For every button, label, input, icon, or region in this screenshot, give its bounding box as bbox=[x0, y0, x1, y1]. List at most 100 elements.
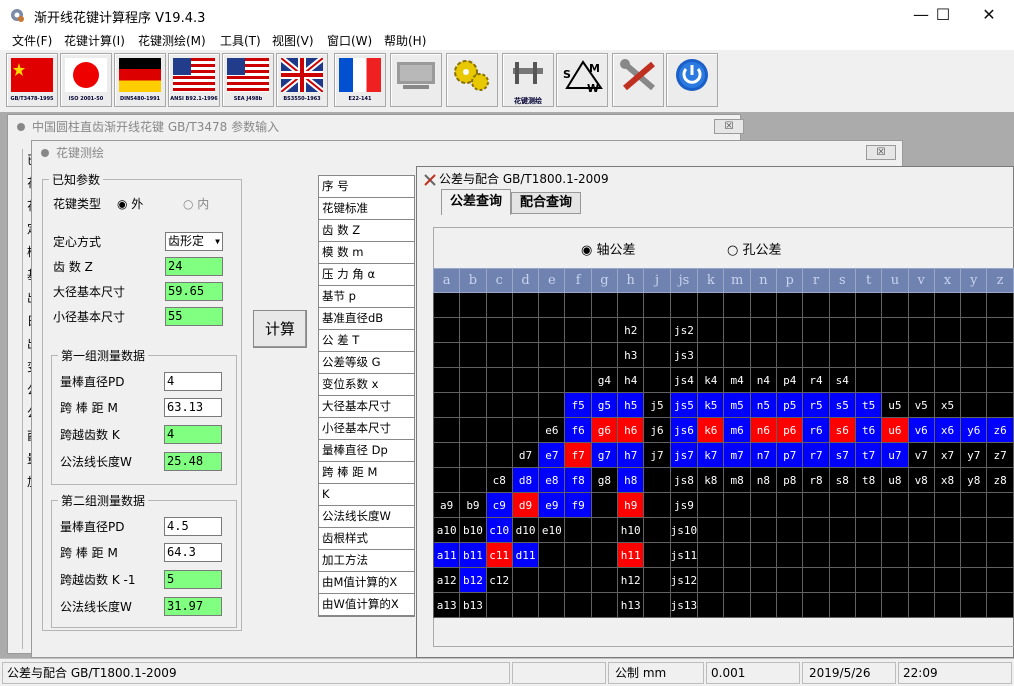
bs-standard-button[interactable]: BS3550-1963 bbox=[276, 53, 328, 107]
grid-cell[interactable]: f7 bbox=[564, 442, 592, 468]
grid-cell[interactable]: u7 bbox=[881, 442, 909, 468]
grid-cell[interactable]: s8 bbox=[828, 467, 856, 493]
radio-shaft-tolerance[interactable]: ◉ 轴公差 bbox=[581, 239, 636, 258]
sae-standard-button[interactable]: SEA J498b bbox=[222, 53, 274, 107]
grid-cell[interactable]: n5 bbox=[749, 392, 778, 418]
nf-standard-button[interactable]: E22-141 bbox=[334, 53, 386, 107]
grid-cell[interactable]: k5 bbox=[697, 392, 725, 418]
grid-cell[interactable]: d8 bbox=[511, 467, 540, 493]
teeth-field[interactable]: 24 bbox=[165, 257, 223, 276]
grid-cell[interactable]: v6 bbox=[907, 417, 935, 443]
grid-cell[interactable]: a11 bbox=[432, 542, 461, 568]
grid-cell[interactable]: js8 bbox=[669, 467, 699, 493]
gears-button[interactable] bbox=[446, 53, 498, 107]
grid-cell[interactable]: h7 bbox=[617, 442, 645, 468]
menu-window[interactable]: 窗口(W) bbox=[327, 32, 372, 49]
grid-cell[interactable]: a12 bbox=[432, 567, 461, 593]
grid-cell[interactable]: b13 bbox=[459, 592, 487, 618]
maximize-button[interactable]: ☐ bbox=[920, 0, 966, 30]
grid-cell[interactable]: j6 bbox=[643, 417, 671, 443]
grid-cell[interactable]: b9 bbox=[459, 492, 487, 518]
grid-cell[interactable]: h13 bbox=[617, 592, 645, 618]
grid-cell[interactable]: x5 bbox=[933, 392, 962, 418]
grid-cell[interactable]: js3 bbox=[669, 342, 699, 368]
grid-cell[interactable]: js13 bbox=[669, 592, 699, 618]
grid-cell[interactable]: f5 bbox=[564, 392, 592, 418]
grid-cell[interactable]: js6 bbox=[669, 417, 699, 443]
grid-cell[interactable]: k7 bbox=[697, 442, 725, 468]
g1-k-field[interactable]: 4 bbox=[164, 425, 222, 444]
menu-help[interactable]: 帮助(H) bbox=[384, 32, 426, 49]
gb-window-close[interactable]: ☒ bbox=[714, 119, 744, 134]
grid-cell[interactable]: h6 bbox=[617, 417, 645, 443]
grid-cell[interactable]: b11 bbox=[459, 542, 487, 568]
grid-cell[interactable]: h3 bbox=[617, 342, 645, 368]
grid-cell[interactable]: d7 bbox=[511, 442, 540, 468]
grid-cell[interactable]: e7 bbox=[538, 442, 566, 468]
centering-select[interactable]: 齿形定 ▼ bbox=[165, 232, 223, 251]
menu-file[interactable]: 文件(F) bbox=[12, 32, 52, 49]
grid-cell[interactable]: h12 bbox=[617, 567, 645, 593]
grid-cell[interactable]: x6 bbox=[933, 417, 962, 443]
grid-cell[interactable]: f9 bbox=[564, 492, 592, 518]
smw-button[interactable]: S MW bbox=[556, 53, 608, 107]
grid-cell[interactable]: c8 bbox=[485, 467, 513, 493]
grid-cell[interactable]: h4 bbox=[617, 367, 645, 393]
close-button[interactable]: ✕ bbox=[966, 0, 1012, 30]
grid-cell[interactable]: t7 bbox=[854, 442, 883, 468]
grid-cell[interactable]: s6 bbox=[828, 417, 856, 443]
grid-cell[interactable]: n6 bbox=[749, 417, 778, 443]
iso-standard-button[interactable]: ISO 2001-50 bbox=[60, 53, 112, 107]
grid-cell[interactable]: d11 bbox=[511, 542, 540, 568]
grid-cell[interactable]: c11 bbox=[485, 542, 513, 568]
grid-cell[interactable]: e10 bbox=[538, 517, 566, 543]
grid-cell[interactable]: a13 bbox=[432, 592, 461, 618]
grid-cell[interactable]: e9 bbox=[538, 492, 566, 518]
grid-cell[interactable]: u6 bbox=[881, 417, 909, 443]
g1-pin-field[interactable]: 4 bbox=[164, 372, 222, 391]
grid-cell[interactable]: n7 bbox=[749, 442, 778, 468]
grid-cell[interactable]: g4 bbox=[590, 367, 619, 393]
grid-cell[interactable]: a9 bbox=[432, 492, 461, 518]
grid-cell[interactable]: h2 bbox=[617, 317, 645, 343]
minor-dia-field[interactable]: 55 bbox=[165, 307, 223, 326]
grid-cell[interactable]: js10 bbox=[669, 517, 699, 543]
menu-spline-measure[interactable]: 花键测绘(M) bbox=[138, 32, 206, 49]
grid-cell[interactable]: d10 bbox=[511, 517, 540, 543]
g2-k-field[interactable]: 5 bbox=[164, 570, 222, 589]
grid-cell[interactable]: js5 bbox=[669, 392, 699, 418]
grid-cell[interactable]: p6 bbox=[776, 417, 804, 443]
grid-cell[interactable]: js11 bbox=[669, 542, 699, 568]
grid-cell[interactable]: s5 bbox=[828, 392, 856, 418]
grid-cell[interactable]: c9 bbox=[485, 492, 513, 518]
grid-cell[interactable]: js2 bbox=[669, 317, 699, 343]
grid-cell[interactable]: u5 bbox=[881, 392, 909, 418]
grid-cell[interactable]: p7 bbox=[776, 442, 804, 468]
calculate-button[interactable]: 计算 bbox=[253, 310, 307, 348]
grid-cell[interactable]: u8 bbox=[881, 467, 909, 493]
grid-cell[interactable]: m4 bbox=[723, 367, 751, 393]
grid-cell[interactable]: m6 bbox=[723, 417, 751, 443]
grid-cell[interactable]: z7 bbox=[986, 442, 1014, 468]
grid-cell[interactable]: s4 bbox=[828, 367, 856, 393]
grid-cell[interactable]: h10 bbox=[617, 517, 645, 543]
din-standard-button[interactable]: DIN5480-1991 bbox=[114, 53, 166, 107]
g2-w-field[interactable]: 31.97 bbox=[164, 597, 222, 616]
grid-cell[interactable]: t8 bbox=[854, 467, 883, 493]
tab-tolerance-query[interactable]: 公差查询 bbox=[441, 189, 511, 215]
grid-cell[interactable]: g7 bbox=[590, 442, 619, 468]
grid-cell[interactable]: r8 bbox=[802, 467, 830, 493]
grid-cell[interactable]: js4 bbox=[669, 367, 699, 393]
grid-cell[interactable]: p5 bbox=[776, 392, 804, 418]
grid-cell[interactable]: v8 bbox=[907, 467, 935, 493]
grid-cell[interactable]: g8 bbox=[590, 467, 619, 493]
menu-view[interactable]: 视图(V) bbox=[272, 32, 314, 49]
exit-button[interactable] bbox=[666, 53, 718, 107]
grid-cell[interactable]: r7 bbox=[802, 442, 830, 468]
grid-cell[interactable]: e8 bbox=[538, 467, 566, 493]
grid-cell[interactable]: n8 bbox=[749, 467, 778, 493]
tab-fit-query[interactable]: 配合查询 bbox=[511, 192, 581, 214]
grid-cell[interactable]: c10 bbox=[485, 517, 513, 543]
grid-cell[interactable]: y6 bbox=[960, 417, 988, 443]
grid-cell[interactable]: h5 bbox=[617, 392, 645, 418]
